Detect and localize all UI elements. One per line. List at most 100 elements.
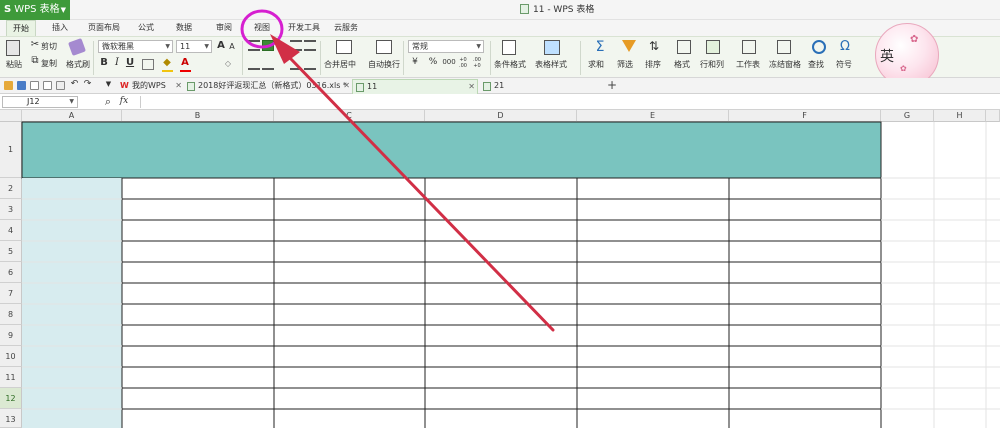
justify-icon[interactable] [304,59,316,70]
symbol-button[interactable]: 符号 [836,59,852,70]
decrease-decimal-button[interactable]: .00 +0 [471,57,483,69]
align-center-icon[interactable] [262,59,274,70]
currency-button[interactable]: ¥ [410,57,420,67]
document-tab-bar: ↶ ↷ ▼ W 我的WPS ✕ 2018好评返现汇总（新格式）0316.xls *… [0,78,1000,94]
align-right-icon[interactable] [290,59,302,70]
add-tab-button[interactable]: + [606,78,618,92]
merged-header-cell[interactable] [21,121,882,179]
doc-tab-my-wps[interactable]: W 我的WPS ✕ [118,79,184,94]
chevron-down-icon[interactable]: ▼ [104,80,113,88]
doc-tab-21[interactable]: 21 [480,79,602,94]
row-col-button[interactable]: 行和列 [700,59,724,70]
zoom-icon[interactable]: ⌕ [102,95,114,109]
save-icon[interactable] [17,81,26,90]
scissors-icon[interactable]: ✂ [30,39,40,50]
find-icon[interactable] [812,40,826,54]
close-icon[interactable]: ✕ [343,79,350,93]
sheet-file-icon [187,82,195,91]
tab-home[interactable]: 开始 [6,20,36,36]
row-col-icon[interactable] [706,40,720,54]
align-middle-icon[interactable] [262,40,274,51]
format-painter-button[interactable]: 格式刷 [66,59,90,70]
omega-icon[interactable]: Ω [838,39,852,54]
font-color-icon[interactable]: A [180,57,190,68]
freeze-panes-button[interactable]: 冻结窗格 [769,59,801,70]
percent-button[interactable]: % [428,57,438,67]
table-style-icon[interactable] [544,40,560,55]
fx-button[interactable]: fx [118,96,130,106]
align-top-icon[interactable] [248,40,260,51]
tab-review[interactable]: 审阅 [210,20,238,36]
sum-icon[interactable]: Σ [593,39,607,55]
underline-button[interactable]: U [125,57,135,68]
close-icon[interactable]: ✕ [468,80,475,94]
copy-icon[interactable]: ⧉ [30,55,40,66]
clear-format-icon[interactable]: ◇ [222,59,234,68]
paste-icon[interactable] [6,40,20,56]
new-icon[interactable] [30,81,39,90]
font-name-select[interactable]: 微软雅黑 ▼ [98,40,173,53]
close-icon[interactable]: ✕ [175,79,182,93]
doc-tab-11[interactable]: 11 ✕ [352,79,478,94]
print-icon[interactable] [56,81,65,90]
filter-button[interactable]: 筛选 [617,59,633,70]
document-icon [520,4,529,14]
formula-input[interactable] [140,96,998,108]
align-left-icon[interactable] [248,59,260,70]
redo-icon[interactable]: ↷ [83,79,92,89]
wrap-text-button[interactable]: 自动换行 [368,59,400,70]
tab-data[interactable]: 数据 [170,20,198,36]
cell-area[interactable] [0,110,1000,428]
bold-button[interactable]: B [99,57,109,68]
merge-center-icon[interactable] [336,40,352,54]
italic-button[interactable]: I [112,57,122,68]
format-button[interactable]: 格式 [674,59,690,70]
tab-insert[interactable]: 插入 [46,20,74,36]
worksheet-icon[interactable] [742,40,756,54]
sort-button[interactable]: 排序 [645,59,661,70]
tab-cloud[interactable]: 云服务 [330,20,362,36]
undo-icon[interactable]: ↶ [70,79,79,89]
tab-developer[interactable]: 开发工具 [284,20,324,36]
indent-icon[interactable] [290,40,302,51]
shrink-font-icon[interactable]: A [228,42,236,51]
merge-center-button[interactable]: 合并居中 [324,59,356,70]
sum-button[interactable]: 求和 [588,59,604,70]
border-icon[interactable] [142,59,154,70]
conditional-format-icon[interactable] [502,40,516,55]
conditional-format-button[interactable]: 条件格式 [494,59,526,70]
filter-icon[interactable] [622,40,636,52]
font-size-select[interactable]: 11 ▼ [176,40,212,53]
name-box[interactable]: J12 ▼ [2,96,78,108]
divider [93,41,94,75]
cut-button[interactable]: 剪切 [41,41,57,52]
ribbon-tabs: 开始 插入 页面布局 公式 数据 审阅 视图 开发工具 云服务 [0,20,1000,36]
number-format-select[interactable]: 常规 ▼ [408,40,484,53]
avatar-text: 英 [880,49,894,65]
outdent-icon[interactable] [304,40,316,51]
increase-decimal-button[interactable]: +0 .00 [457,57,469,69]
open-icon[interactable] [4,81,13,90]
grow-font-icon[interactable]: A [216,40,226,51]
paste-button[interactable]: 粘贴 [6,59,22,70]
divider [490,41,491,75]
worksheet-button[interactable]: 工作表 [736,59,760,70]
tab-page-layout[interactable]: 页面布局 [84,20,124,36]
fill-color-swatch [162,70,173,72]
tab-formulas[interactable]: 公式 [132,20,160,36]
wrap-text-icon[interactable] [376,40,392,54]
find-button[interactable]: 查找 [808,59,824,70]
app-menu-button[interactable]: S WPS 表格 ▼ [0,0,70,20]
doc-tab-summary[interactable]: 2018好评返现汇总（新格式）0316.xls * ✕ [184,79,352,94]
freeze-panes-icon[interactable] [777,40,791,54]
format-icon[interactable] [677,40,691,54]
copy-button[interactable]: 复制 [41,58,57,69]
sort-icon[interactable]: ⇅ [647,39,661,53]
print-preview-icon[interactable] [43,81,52,90]
fill-color-icon[interactable]: ◆ [162,57,172,68]
tab-view[interactable]: 视图 [248,20,276,36]
spreadsheet-grid[interactable]: A B C D E F G H 1 2 3 4 5 6 7 8 9 10 11 … [0,110,1000,428]
format-painter-icon[interactable] [68,38,86,56]
table-style-button[interactable]: 表格样式 [535,59,567,70]
thousands-button[interactable]: 000 [442,58,456,66]
